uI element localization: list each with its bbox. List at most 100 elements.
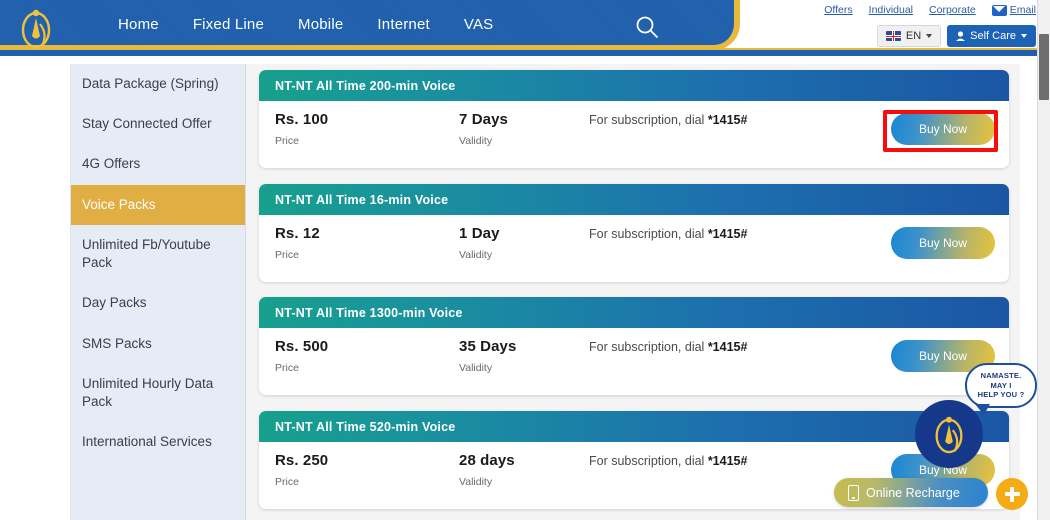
online-recharge-label: Online Recharge <box>866 485 960 500</box>
sidebar-item-label: SMS Packs <box>82 335 152 351</box>
dial-prefix: For subscription, dial <box>589 340 708 354</box>
user-icon <box>956 31 966 41</box>
price-block: Rs. 250 Price <box>275 452 328 488</box>
sidebar-item-4g-offers[interactable]: 4G Offers <box>71 144 245 184</box>
sidebar-item-label: Data Package (Spring) <box>82 76 219 91</box>
price-value: Rs. 500 <box>275 338 329 355</box>
chat-bubble-line-3: HELP YOU ? <box>977 390 1025 400</box>
content-wrapper: Data Package (Spring) Stay Connected Off… <box>70 64 1020 520</box>
chat-bubble-line-1: NAMASTE. <box>980 371 1022 381</box>
validity-caption: Validity <box>459 476 493 488</box>
validity-caption: Validity <box>459 135 493 147</box>
language-selector[interactable]: EN <box>876 25 942 47</box>
nav-item-fixed-line[interactable]: Fixed Line <box>193 16 264 33</box>
sidebar-item-label: Day Packs <box>82 295 147 311</box>
namaste-assistant-avatar[interactable] <box>915 400 983 468</box>
price-caption: Price <box>275 135 299 147</box>
subscription-info: For subscription, dial *1415# <box>589 113 747 127</box>
nav-item-vas[interactable]: VAS <box>464 16 494 33</box>
page-scrollbar[interactable] <box>1037 0 1050 520</box>
validity-caption: Validity <box>459 362 493 374</box>
price-block: Rs. 100 Price <box>275 111 328 147</box>
page-body: Data Package (Spring) Stay Connected Off… <box>0 64 1038 520</box>
sidebar-item-label: International Services <box>82 434 212 450</box>
util-link-email[interactable]: Email <box>991 4 1036 16</box>
online-recharge-button[interactable]: Online Recharge <box>834 478 988 507</box>
chat-bubble-line-2: MAY I <box>990 380 1012 390</box>
dial-code: *1415# <box>707 227 748 241</box>
self-care-label: Self Care <box>970 30 1016 42</box>
buy-now-label: Buy Now <box>918 236 968 250</box>
price-caption: Price <box>275 362 299 374</box>
scrollbar-thumb[interactable] <box>1039 34 1049 100</box>
pack-card-header: NT-NT All Time 200-min Voice <box>259 70 1009 101</box>
chat-greeting-bubble: NAMASTE. MAY I HELP YOU ? <box>965 363 1037 415</box>
sidebar-item-day-packs[interactable]: Day Packs <box>71 283 245 323</box>
validity-value: 35 Days <box>459 338 517 355</box>
buy-now-button[interactable]: Buy Now <box>891 113 995 145</box>
sidebar-item-stay-connected-offer[interactable]: Stay Connected Offer <box>71 104 245 144</box>
nav-item-mobile[interactable]: Mobile <box>298 16 343 33</box>
price-value: Rs. 250 <box>275 452 329 469</box>
nav-item-home[interactable]: Home <box>118 16 159 33</box>
sidebar-item-label: Voice Packs <box>82 196 156 212</box>
self-care-button[interactable]: Self Care <box>947 25 1036 47</box>
buy-now-button[interactable]: Buy Now <box>891 227 995 259</box>
validity-block: 1 Day Validity <box>459 225 500 261</box>
pack-card-header: NT-NT All Time 16-min Voice <box>259 184 1009 215</box>
util-link-individual[interactable]: Individual <box>869 4 913 16</box>
page-root: Home Fixed Line Mobile Internet VAS Offe… <box>0 0 1050 520</box>
pack-card: NT-NT All Time 1300-min Voice Rs. 500 Pr… <box>259 297 1009 395</box>
language-label: EN <box>905 30 922 42</box>
pack-card-header: NT-NT All Time 1300-min Voice <box>259 297 1009 328</box>
nav-item-internet[interactable]: Internet <box>377 16 429 33</box>
sidebar-item-label: 4G Offers <box>82 156 141 172</box>
main-navigation: Home Fixed Line Mobile Internet VAS <box>118 16 493 33</box>
pack-card-body: Rs. 500 Price 35 Days Validity For subsc… <box>259 328 1009 395</box>
validity-value: 1 Day <box>459 225 500 242</box>
dial-code: *1415# <box>707 113 748 127</box>
pack-title: NT-NT All Time 200-min Voice <box>275 78 456 93</box>
dial-prefix: For subscription, dial <box>589 227 708 241</box>
sidebar-item-unlimited-hourly-data-pack[interactable]: Unlimited Hourly Data Pack <box>71 364 245 422</box>
sidebar-item-data-package-spring[interactable]: Data Package (Spring) <box>71 64 245 104</box>
util-link-offers[interactable]: Offers <box>824 4 852 16</box>
utility-links: Offers Individual Corporate Email <box>824 4 1036 16</box>
sidebar-item-unlimited-fb-youtube-pack[interactable]: Unlimited Fb/Youtube Pack <box>71 225 245 283</box>
dial-code: *1415# <box>707 340 748 354</box>
envelope-icon <box>991 4 1007 16</box>
sidebar-item-international-services[interactable]: International Services <box>71 422 245 462</box>
subscription-info: For subscription, dial *1415# <box>589 227 747 241</box>
buy-now-label: Buy Now <box>918 349 968 363</box>
sidebar-item-voice-packs[interactable]: Voice Packs <box>71 184 245 225</box>
price-caption: Price <box>275 249 299 261</box>
subscription-info: For subscription, dial *1415# <box>589 340 747 354</box>
header-action-buttons: EN Self Care <box>876 25 1036 47</box>
add-fab-button[interactable] <box>996 478 1028 510</box>
price-value: Rs. 12 <box>275 225 320 242</box>
subscription-info: For subscription, dial *1415# <box>589 454 747 468</box>
pack-title: NT-NT All Time 520-min Voice <box>275 419 456 434</box>
pack-title: NT-NT All Time 16-min Voice <box>275 192 449 207</box>
search-icon[interactable] <box>634 14 660 40</box>
voice-pack-list: NT-NT All Time 200-min Voice Rs. 100 Pri… <box>259 64 1021 520</box>
buy-now-label: Buy Now <box>918 122 968 136</box>
sidebar-item-label: Stay Connected Offer <box>82 116 212 132</box>
validity-block: 35 Days Validity <box>459 338 516 374</box>
chevron-down-icon <box>926 34 933 38</box>
pack-card-body: Rs. 12 Price 1 Day Validity For subscrip… <box>259 215 1009 282</box>
sidebar-item-sms-packs[interactable]: SMS Packs <box>71 324 245 364</box>
sidebar-item-label: Unlimited Fb/Youtube Pack <box>82 236 211 271</box>
pack-title: NT-NT All Time 1300-min Voice <box>275 305 463 320</box>
util-link-email-label[interactable]: Email <box>1010 4 1036 16</box>
pack-card: NT-NT All Time 16-min Voice Rs. 12 Price… <box>259 184 1009 282</box>
dial-code: *1415# <box>707 454 748 468</box>
validity-value: 28 days <box>459 452 515 469</box>
dial-prefix: For subscription, dial <box>589 113 708 127</box>
ntc-namaste-logo[interactable] <box>16 4 56 52</box>
validity-block: 7 Days Validity <box>459 111 508 147</box>
sidebar-item-label: Unlimited Hourly Data Pack <box>82 375 214 409</box>
util-link-corporate[interactable]: Corporate <box>929 4 976 16</box>
uk-flag-icon <box>885 31 901 41</box>
price-block: Rs. 12 Price <box>275 225 320 261</box>
